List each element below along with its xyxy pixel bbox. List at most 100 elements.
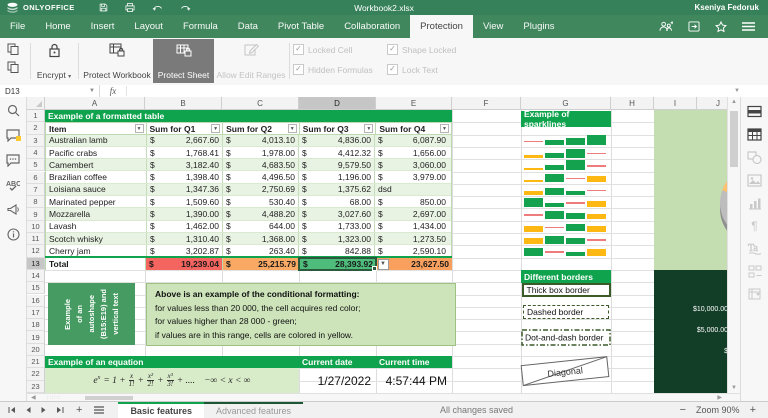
value-cell[interactable]: $1,978.00 xyxy=(222,146,298,159)
value-cell[interactable]: $1,509.60 xyxy=(146,196,222,208)
total-value-cell[interactable]: $19,239.04 xyxy=(145,257,222,270)
row-header-18[interactable]: 18 xyxy=(27,319,45,332)
next-sheet-button[interactable] xyxy=(40,402,48,418)
protect-sheet-button[interactable]: Protect Sheet xyxy=(153,39,214,83)
protect-workbook-button[interactable]: Protect Workbook xyxy=(81,39,153,83)
previous-sheet-button[interactable] xyxy=(24,402,32,418)
row-header-7[interactable]: 7 xyxy=(27,183,45,197)
sheet-tab-advanced-features[interactable]: Advanced features xyxy=(203,402,304,418)
value-cell[interactable]: $1,310.40 xyxy=(146,232,222,245)
checkbox-hidden-formulas[interactable]: ✓ Hidden Formulas xyxy=(293,64,381,75)
filter-button[interactable]: ▼ xyxy=(287,124,297,134)
value-cell[interactable]: $1,768.41 xyxy=(146,146,222,159)
slicer-settings-icon[interactable] xyxy=(748,265,762,278)
copy-icon[interactable] xyxy=(7,43,19,55)
row-header-4[interactable]: 4 xyxy=(27,146,45,160)
column-header-I[interactable]: I xyxy=(654,97,697,110)
column-header-B[interactable]: B xyxy=(145,97,222,110)
column-header-E[interactable]: E xyxy=(376,97,452,110)
value-cell[interactable]: $4,412.32 xyxy=(298,146,374,159)
item-cell[interactable]: Scotch whisky xyxy=(46,233,146,244)
comments-icon[interactable] xyxy=(6,129,21,142)
row-header-6[interactable]: 6 xyxy=(27,171,45,184)
value-cell[interactable]: $4,683.50 xyxy=(222,159,298,171)
row-header-16[interactable]: 16 xyxy=(27,294,45,307)
print-button[interactable] xyxy=(125,3,135,12)
menu-icon[interactable] xyxy=(742,22,755,31)
filter-button[interactable]: ▼ xyxy=(364,124,374,134)
row-header-19[interactable]: 19 xyxy=(27,331,45,344)
value-cell[interactable]: $3,027.60 xyxy=(298,208,374,220)
filter-button[interactable]: ▼ xyxy=(440,124,449,134)
horizontal-scroll-thumb[interactable] xyxy=(85,396,133,400)
vertical-scroll-thumb[interactable] xyxy=(730,111,738,167)
filter-button[interactable]: ▼ xyxy=(134,124,144,134)
row-header-17[interactable]: 17 xyxy=(27,306,45,320)
row-header-10[interactable]: 10 xyxy=(27,220,45,233)
scroll-left-icon[interactable]: ◀ xyxy=(31,394,36,401)
item-cell[interactable]: Mozzarella xyxy=(46,208,146,219)
diagonal-border-cell[interactable]: Diagonal xyxy=(517,352,615,390)
value-cell[interactable]: $2,697.00 xyxy=(374,208,449,220)
last-sheet-button[interactable] xyxy=(56,402,64,418)
value-cell[interactable]: $4,496.50 xyxy=(222,171,298,183)
item-cell[interactable]: Australian lamb xyxy=(46,135,146,146)
table-settings-icon[interactable] xyxy=(747,128,762,141)
row-header-1[interactable]: 1 xyxy=(27,110,45,123)
row-header-13[interactable]: 13 xyxy=(27,257,45,270)
value-cell[interactable]: $644.00 xyxy=(222,220,298,232)
value-cell[interactable]: $3,182.40 xyxy=(146,159,222,171)
value-cell[interactable]: $1,733.00 xyxy=(298,220,374,232)
current-date-cell[interactable]: 1/27/2022 xyxy=(299,368,376,393)
name-box[interactable]: D13 ▼ xyxy=(0,85,100,97)
scroll-down-icon[interactable]: ▼ xyxy=(731,385,737,391)
name-box-caret-icon[interactable]: ▼ xyxy=(89,88,95,94)
first-sheet-button[interactable] xyxy=(8,402,16,418)
about-icon[interactable] xyxy=(6,228,20,241)
current-time-cell[interactable]: 4:57:44 PM xyxy=(376,368,452,393)
save-button[interactable] xyxy=(99,3,108,12)
row-header-20[interactable]: 20 xyxy=(27,343,45,356)
menu-tab-pivot-table[interactable]: Pivot Table xyxy=(268,15,334,38)
equation-title-cell[interactable]: Example of an equation xyxy=(45,356,299,369)
vertical-text-autoshape[interactable]: Example of an autoshape (B15:E19) and ve… xyxy=(48,283,135,345)
insert-function-button[interactable]: fx xyxy=(100,86,127,96)
paragraph-settings-icon[interactable]: ¶ xyxy=(751,220,757,232)
cell-dropdown-button[interactable]: ▼ xyxy=(377,258,389,270)
column-header-H[interactable]: H xyxy=(611,97,654,110)
allow-edit-ranges-button[interactable]: Allow Edit Ranges xyxy=(216,39,286,83)
add-sheet-button[interactable]: + xyxy=(76,402,82,418)
equation-cell[interactable]: ex = 1 + x 1! + x² 2! + x³ 3! + .... −∞ < x… xyxy=(45,368,299,393)
value-cell[interactable]: $3,060.00 xyxy=(374,159,449,171)
cell-settings-icon[interactable] xyxy=(747,105,762,118)
row-header-12[interactable]: 12 xyxy=(27,245,45,258)
row-header-8[interactable]: 8 xyxy=(27,196,45,209)
menu-tab-formula[interactable]: Formula xyxy=(173,15,228,38)
table-header-cell[interactable]: Item ▼ xyxy=(46,123,146,134)
value-cell[interactable]: $850.00 xyxy=(374,196,449,208)
value-cell[interactable]: $1,323.00 xyxy=(298,232,374,245)
thick-border-cell[interactable]: Thick box border xyxy=(521,283,611,297)
value-cell[interactable]: $1,368.00 xyxy=(222,232,298,245)
row-header-22[interactable]: 22 xyxy=(27,368,45,381)
value-cell[interactable]: $1,462.00 xyxy=(146,220,222,232)
row-header-9[interactable]: 9 xyxy=(27,208,45,221)
value-cell[interactable]: $3,979.00 xyxy=(374,171,449,183)
table-header-cell[interactable]: Sum for Q3 ▼ xyxy=(298,123,376,134)
shape-settings-icon[interactable] xyxy=(747,151,762,164)
feedback-icon[interactable] xyxy=(6,204,20,216)
column-header-F[interactable]: F xyxy=(452,97,521,110)
row-header-15[interactable]: 15 xyxy=(27,282,45,295)
value-cell[interactable]: $6,087.90 xyxy=(374,134,449,146)
current-time-header-cell[interactable]: Current time xyxy=(376,356,452,369)
horizontal-scrollbar[interactable]: ◀ :::::: ▶ xyxy=(27,393,740,401)
menu-tab-home[interactable]: Home xyxy=(35,15,80,38)
encrypt-button[interactable]: Encrypt ▾ xyxy=(32,39,76,83)
column-header-C[interactable]: C xyxy=(222,97,299,110)
dashed-border-cell[interactable]: Dashed border xyxy=(523,305,609,319)
item-cell[interactable]: Pacific crabs xyxy=(46,147,146,158)
textart-settings-icon[interactable]: Ta xyxy=(747,242,762,255)
value-cell[interactable]: $1,434.00 xyxy=(374,220,449,232)
sheet-tab-basic-features[interactable]: Basic features xyxy=(118,402,204,418)
value-cell[interactable]: $68.00 xyxy=(298,196,374,208)
